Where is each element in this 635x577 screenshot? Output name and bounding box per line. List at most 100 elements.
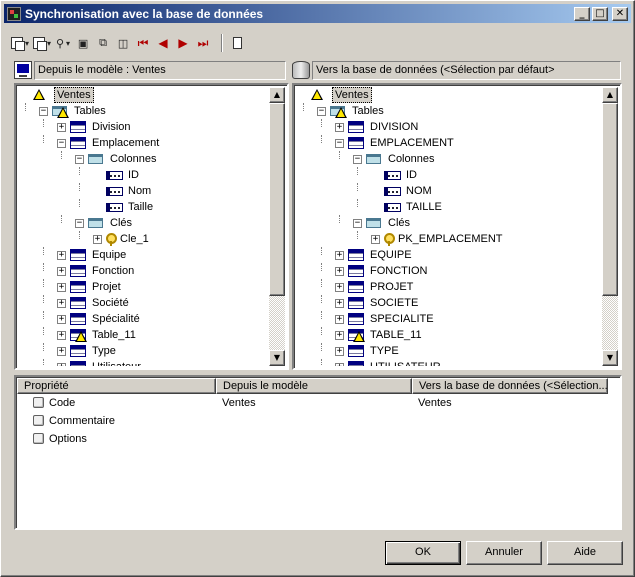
copy-dropdown-button[interactable]: ▾ [33,33,51,53]
scroll-up-button[interactable]: ▲ [269,87,285,103]
collapse-icon[interactable]: − [75,155,84,164]
expand-icon[interactable]: + [57,331,66,340]
compare-button[interactable]: ⧉ [95,33,111,53]
tree-node[interactable]: + SOCIETE [296,295,602,311]
tree-node[interactable]: ID [18,167,269,183]
split-button[interactable]: ◫ [115,33,131,53]
tree-node[interactable]: + DIVISION [296,119,602,135]
scroll-down-button[interactable]: ▼ [602,350,618,366]
tree-node[interactable]: + Utilisateur [18,359,269,366]
tree-node[interactable]: − Tables [296,103,602,119]
tree-node[interactable]: + UTILISATEUR [296,359,602,366]
expand-icon[interactable]: + [335,299,344,308]
property-row-comment[interactable]: Commentaire [17,412,608,430]
expand-icon[interactable]: + [335,347,344,356]
collapse-icon[interactable]: − [75,219,84,228]
scroll-down-button[interactable]: ▼ [269,350,285,366]
tree-node[interactable]: − Colonnes [18,151,269,167]
scroll-thumb[interactable] [269,103,285,296]
left-tree[interactable]: Ventes − Tables + Division − Emplacement − Colon… [14,83,289,370]
expand-icon[interactable]: + [57,299,66,308]
select-dropdown-button[interactable]: ▾ [11,33,29,53]
ok-button[interactable]: OK [385,541,461,565]
collapse-icon[interactable]: − [39,107,48,116]
tree-node[interactable]: + Equipe [18,247,269,263]
tree-node[interactable]: + TYPE [296,343,602,359]
tree-node[interactable]: − EMPLACEMENT [296,135,602,151]
tree-node[interactable]: + PK_EMPLACEMENT [296,231,602,247]
column-header-model[interactable]: Depuis le modèle [216,378,412,394]
expand-icon[interactable]: + [335,251,344,260]
tree-node[interactable]: TAILLE [296,199,602,215]
cancel-button[interactable]: Annuler [466,541,542,565]
scroll-thumb[interactable] [602,103,618,296]
close-button[interactable]: ✕ [612,6,628,21]
last-button[interactable]: ⏭ [195,33,211,53]
report-button[interactable] [229,33,245,53]
expand-icon[interactable]: + [335,123,344,132]
previous-button[interactable]: ◀ [155,33,171,53]
next-button[interactable]: ▶ [175,33,191,53]
tree-node[interactable]: + EQUIPE [296,247,602,263]
column-header-property[interactable]: Propriété [17,378,216,394]
scroll-up-button[interactable]: ▲ [602,87,618,103]
tree-node[interactable]: + Fonction [18,263,269,279]
expand-icon[interactable]: + [57,251,66,260]
expand-icon[interactable]: + [57,315,66,324]
expand-icon[interactable]: + [335,283,344,292]
tree-node[interactable]: − Clés [296,215,602,231]
expand-icon[interactable]: + [371,235,380,244]
tree-node-label: NOM [406,185,432,197]
expand-icon[interactable]: + [57,363,66,366]
tree-node[interactable]: + PROJET [296,279,602,295]
expand-icon[interactable]: + [57,283,66,292]
collapse-icon[interactable]: − [57,139,66,148]
properties-grid[interactable]: Propriété Depuis le modèle Vers la base … [14,375,622,530]
tree-node[interactable]: + Spécialité [18,311,269,327]
collapse-icon[interactable]: − [353,219,362,228]
property-row-code[interactable]: Code Ventes Ventes [17,394,608,412]
tree-node[interactable]: Taille [18,199,269,215]
tree-node[interactable]: Ventes [296,87,602,103]
tree-node[interactable]: + Projet [18,279,269,295]
expand-icon[interactable]: + [57,123,66,132]
filter-dropdown-button[interactable]: ⚲ ▾ [55,33,71,53]
tree-node[interactable]: + FONCTION [296,263,602,279]
tree-node[interactable]: + SPECIALITE [296,311,602,327]
tree-node[interactable]: + Société [18,295,269,311]
minimize-button[interactable]: _ [574,6,590,21]
expand-icon[interactable]: + [57,347,66,356]
tree-node[interactable]: + Type [18,343,269,359]
help-button[interactable]: Aide [547,541,623,565]
expand-icon[interactable]: + [93,235,102,244]
tree-node[interactable]: NOM [296,183,602,199]
tree-node[interactable]: Nom [18,183,269,199]
tree-node[interactable]: ID [296,167,602,183]
collapse-icon[interactable]: − [353,155,362,164]
tree-node[interactable]: + Cle_1 [18,231,269,247]
expand-icon[interactable]: + [335,315,344,324]
expand-icon[interactable]: + [335,267,344,276]
table-icon [70,265,86,277]
tree-node[interactable]: Ventes [18,87,269,103]
tree-node[interactable]: + Table_11 [18,327,269,343]
tree-node[interactable]: − Tables [18,103,269,119]
collapse-icon[interactable]: − [317,107,326,116]
collapse-icon[interactable]: − [335,139,344,148]
tree-node[interactable]: + Division [18,119,269,135]
expand-icon[interactable]: + [57,267,66,276]
tree-node[interactable]: − Clés [18,215,269,231]
properties-button[interactable]: ▣ [75,33,91,53]
expand-icon[interactable]: + [335,363,344,366]
right-scrollbar[interactable]: ▲ ▼ [602,87,618,366]
expand-icon[interactable]: + [335,331,344,340]
column-header-database[interactable]: Vers la base de données (<Sélection... [412,378,608,394]
tree-node[interactable]: − Emplacement [18,135,269,151]
property-row-options[interactable]: Options [17,430,608,448]
left-scrollbar[interactable]: ▲ ▼ [269,87,285,366]
first-button[interactable]: ⏮ [135,33,151,53]
tree-node[interactable]: + TABLE_11 [296,327,602,343]
right-tree[interactable]: Ventes − Tables + DIVISION − EMPLACEMENT − Colon… [292,83,622,370]
maximize-button[interactable]: □ [592,6,608,21]
tree-node[interactable]: − Colonnes [296,151,602,167]
